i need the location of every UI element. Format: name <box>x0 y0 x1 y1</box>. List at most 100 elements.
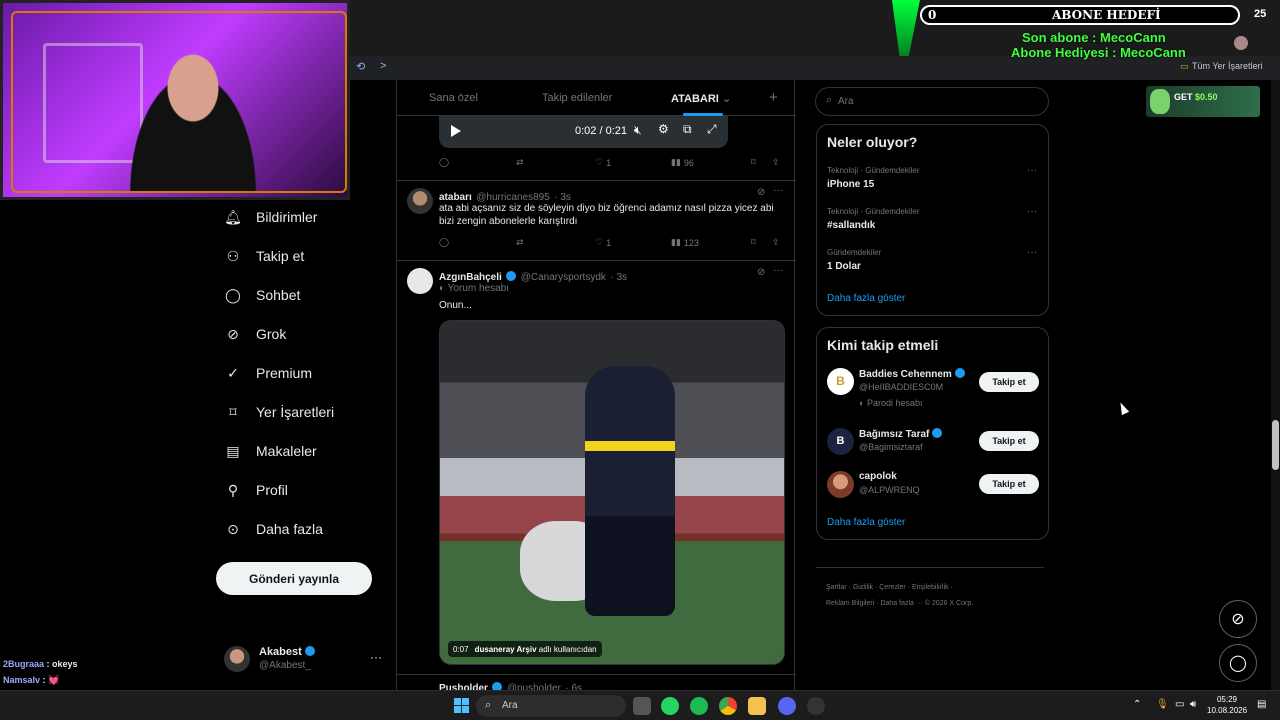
nav-item-person-plus[interactable]: ⚇ Takip et <box>224 241 305 271</box>
more-icon[interactable]: ··· <box>773 265 783 276</box>
share-icon[interactable]: ⇪ <box>772 157 780 168</box>
retweet-icon[interactable]: ⇄ <box>516 237 524 248</box>
like-button[interactable]: ♡ 1 <box>595 157 611 168</box>
search-input[interactable]: Ara <box>838 96 854 107</box>
suggested-name[interactable]: Baddies Cehennem <box>859 368 965 380</box>
clock[interactable]: 05:29 10.08.2026 <box>1207 694 1247 716</box>
profile-avatar[interactable] <box>1234 36 1248 50</box>
trend-name[interactable]: #sallandık <box>827 220 875 231</box>
chrome-icon[interactable] <box>719 697 737 715</box>
footer-line[interactable]: Reklam Bilgileri · Daha fazla ··· © 2026… <box>826 596 1046 612</box>
tweet-author[interactable]: AzgınBahçeli <box>439 272 502 283</box>
tab-following[interactable]: Takip edilenler <box>542 92 612 104</box>
play-icon[interactable] <box>451 125 461 137</box>
post-button[interactable]: Gönderi yayınla <box>216 562 372 595</box>
views-count[interactable]: ▮▮ 123 <box>671 237 699 248</box>
show-more-who-to-follow[interactable]: Daha fazla göster <box>827 517 905 528</box>
retweet-icon[interactable]: ⇄ <box>516 157 524 168</box>
account-switcher[interactable]: Akabest @Akabest_ ··· <box>224 644 384 674</box>
grok-icon[interactable]: ⊘ <box>757 267 765 278</box>
ad-banner[interactable]: GET $0.50 <box>1146 86 1260 117</box>
mute-icon[interactable]: 🔇︎ <box>634 123 642 138</box>
follow-button[interactable]: Takip et <box>979 431 1039 451</box>
task-view-icon[interactable] <box>633 697 651 715</box>
grok-button[interactable]: ⊘ <box>1219 600 1257 638</box>
verified-icon <box>304 646 315 656</box>
network-icon[interactable]: ▭ <box>1175 699 1184 710</box>
reply-icon[interactable]: ◯ <box>439 237 449 248</box>
suggested-name[interactable]: Bağımsız Taraf <box>859 428 943 440</box>
tweet-text: Onun... <box>439 300 472 311</box>
app-icon[interactable] <box>807 697 825 715</box>
search-box[interactable]: ⌕ Ara <box>815 87 1049 116</box>
picture-in-picture-icon[interactable]: ⧉ <box>683 122 692 137</box>
avatar[interactable] <box>827 471 854 498</box>
discord-icon[interactable] <box>778 697 796 715</box>
goal-title: ABONE HEDEFİ <box>1052 8 1161 22</box>
scrollbar-track[interactable] <box>1271 80 1280 690</box>
bookmark-icon[interactable]: ⌑ <box>751 157 756 168</box>
avatar[interactable] <box>407 268 433 294</box>
suggested-name[interactable]: capolok <box>859 471 897 482</box>
nav-item-grok[interactable]: ⊘ Grok <box>224 319 286 349</box>
nav-label: Makaleler <box>256 443 317 459</box>
avatar[interactable]: B <box>827 428 854 455</box>
more-icon[interactable]: ··· <box>1027 165 1037 176</box>
add-tab-button[interactable]: + <box>769 89 778 106</box>
footer-line[interactable]: Şartlar · Gizlilik · Çerezler · Erişileb… <box>826 580 1046 596</box>
nav-item-bookmark[interactable]: ⌑ Yer İşaretleri <box>224 397 334 427</box>
grok-icon[interactable]: ⊘ <box>757 187 765 198</box>
volume-icon[interactable]: 🔊︎ <box>1190 699 1196 710</box>
bookmark-icon[interactable]: ⌑ <box>751 237 756 248</box>
file-explorer-icon[interactable] <box>748 697 766 715</box>
microphone-icon[interactable]: 🎙︎ <box>1156 699 1169 710</box>
nav-item-more-circle[interactable]: ⊙ Daha fazla <box>224 514 323 544</box>
nav-item-premium-badge[interactable]: ✓ Premium <box>224 358 312 388</box>
notification-icon[interactable]: ▤ <box>1257 699 1266 710</box>
taskbar-search[interactable]: ⌕ Ara <box>476 695 626 717</box>
tweet-time[interactable]: · 3s <box>610 272 627 283</box>
windows-start-icon[interactable] <box>454 698 469 713</box>
nav-label: Premium <box>256 365 313 381</box>
whatsapp-icon[interactable] <box>661 697 679 715</box>
account-label: ◐ Yorum hesabı <box>439 283 509 294</box>
share-icon[interactable]: ⇪ <box>772 237 780 248</box>
more-icon[interactable]: ··· <box>1027 206 1037 217</box>
reply-icon[interactable]: ◯ <box>439 157 449 168</box>
trend-name[interactable]: iPhone 15 <box>827 179 874 190</box>
more-icon[interactable]: ··· <box>370 650 382 664</box>
tab-list-atabari[interactable]: ATABARI ⌄ <box>671 92 731 105</box>
extension-icon[interactable]: ⟲ <box>356 60 365 73</box>
follow-button[interactable]: Takip et <box>979 372 1039 392</box>
nav-item-person[interactable]: ⚲ Profil <box>224 475 288 505</box>
video-controls[interactable]: 0:02 / 0:21 🔇︎ ⚙ ⧉ ⤢ <box>439 116 728 148</box>
nav-item-chat-bubble[interactable]: ◯ Sohbet <box>224 280 300 310</box>
divider <box>816 567 1044 568</box>
spotify-icon[interactable] <box>690 697 708 715</box>
scrollbar-thumb[interactable] <box>1272 420 1279 470</box>
like-button[interactable]: ♡ 1 <box>595 237 611 248</box>
arrow-icon[interactable]: > <box>380 60 386 72</box>
chevron-up-icon[interactable]: ⌃ <box>1133 699 1141 710</box>
tab-for-you[interactable]: Sana özel <box>429 92 478 104</box>
fullscreen-icon[interactable]: ⤢ <box>707 122 717 137</box>
all-bookmarks-link[interactable]: Tüm Yer İşaretleri <box>1192 61 1263 71</box>
nav-item-bell[interactable]: 🔔︎ Bildirimler <box>224 202 317 232</box>
footer-links[interactable]: Şartlar · Gizlilik · Çerezler · Erişileb… <box>826 580 1046 612</box>
messages-button[interactable]: ◯ <box>1219 644 1257 682</box>
tweet-handle[interactable]: @Canarysportsydk <box>521 272 606 283</box>
more-icon[interactable]: ··· <box>773 185 783 196</box>
trend-name[interactable]: 1 Dolar <box>827 261 861 272</box>
follow-button[interactable]: Takip et <box>979 474 1039 494</box>
more-icon[interactable]: ··· <box>1027 247 1037 258</box>
avatar[interactable]: B <box>827 368 854 395</box>
settings-icon[interactable]: ⚙ <box>658 122 669 136</box>
avatar[interactable] <box>407 188 433 214</box>
tweet-video[interactable]: 0:07 dusaneray Arşiv adlı kullanıcıdan <box>439 320 785 665</box>
verified-icon <box>506 271 517 281</box>
bell-icon: 🔔︎ <box>224 208 242 225</box>
show-more-trends[interactable]: Daha fazla göster <box>827 293 905 304</box>
taskbar: ⌕ Ara ⌃ 🎙︎ ▭ 🔊︎ 05:29 10.08.2026 ▤ <box>0 690 1280 720</box>
views-count[interactable]: ▮▮ 96 <box>671 157 694 168</box>
nav-item-article[interactable]: ▤ Makaleler <box>224 436 317 466</box>
